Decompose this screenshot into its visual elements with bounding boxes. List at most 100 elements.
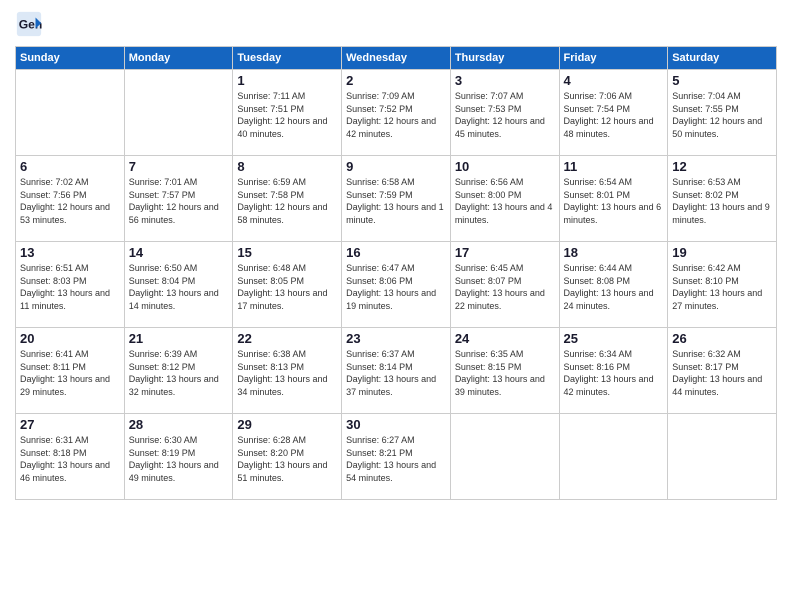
- day-cell: 17 Sunrise: 6:45 AM Sunset: 8:07 PM Dayl…: [450, 242, 559, 328]
- day-number: 20: [20, 331, 120, 346]
- day-number: 28: [129, 417, 229, 432]
- day-cell: 7 Sunrise: 7:01 AM Sunset: 7:57 PM Dayli…: [124, 156, 233, 242]
- logo: Gen: [15, 10, 47, 38]
- day-info: Sunrise: 6:39 AM Sunset: 8:12 PM Dayligh…: [129, 348, 229, 398]
- day-info: Sunrise: 6:31 AM Sunset: 8:18 PM Dayligh…: [20, 434, 120, 484]
- day-cell: 29 Sunrise: 6:28 AM Sunset: 8:20 PM Dayl…: [233, 414, 342, 500]
- day-cell: 14 Sunrise: 6:50 AM Sunset: 8:04 PM Dayl…: [124, 242, 233, 328]
- day-number: 3: [455, 73, 555, 88]
- day-info: Sunrise: 6:59 AM Sunset: 7:58 PM Dayligh…: [237, 176, 337, 226]
- day-info: Sunrise: 6:50 AM Sunset: 8:04 PM Dayligh…: [129, 262, 229, 312]
- day-number: 27: [20, 417, 120, 432]
- day-number: 24: [455, 331, 555, 346]
- day-number: 21: [129, 331, 229, 346]
- weekday-header-tuesday: Tuesday: [233, 47, 342, 70]
- day-number: 9: [346, 159, 446, 174]
- day-info: Sunrise: 6:44 AM Sunset: 8:08 PM Dayligh…: [564, 262, 664, 312]
- day-cell: [16, 70, 125, 156]
- weekday-header-saturday: Saturday: [668, 47, 777, 70]
- day-cell: 3 Sunrise: 7:07 AM Sunset: 7:53 PM Dayli…: [450, 70, 559, 156]
- day-number: 15: [237, 245, 337, 260]
- day-number: 29: [237, 417, 337, 432]
- day-cell: 21 Sunrise: 6:39 AM Sunset: 8:12 PM Dayl…: [124, 328, 233, 414]
- day-number: 10: [455, 159, 555, 174]
- day-cell: 11 Sunrise: 6:54 AM Sunset: 8:01 PM Dayl…: [559, 156, 668, 242]
- day-cell: 26 Sunrise: 6:32 AM Sunset: 8:17 PM Dayl…: [668, 328, 777, 414]
- day-info: Sunrise: 6:54 AM Sunset: 8:01 PM Dayligh…: [564, 176, 664, 226]
- day-info: Sunrise: 7:01 AM Sunset: 7:57 PM Dayligh…: [129, 176, 229, 226]
- day-number: 6: [20, 159, 120, 174]
- day-cell: 20 Sunrise: 6:41 AM Sunset: 8:11 PM Dayl…: [16, 328, 125, 414]
- day-number: 13: [20, 245, 120, 260]
- day-number: 7: [129, 159, 229, 174]
- day-info: Sunrise: 6:45 AM Sunset: 8:07 PM Dayligh…: [455, 262, 555, 312]
- day-cell: 16 Sunrise: 6:47 AM Sunset: 8:06 PM Dayl…: [342, 242, 451, 328]
- day-cell: 18 Sunrise: 6:44 AM Sunset: 8:08 PM Dayl…: [559, 242, 668, 328]
- day-number: 5: [672, 73, 772, 88]
- day-cell: 19 Sunrise: 6:42 AM Sunset: 8:10 PM Dayl…: [668, 242, 777, 328]
- day-number: 8: [237, 159, 337, 174]
- day-number: 19: [672, 245, 772, 260]
- day-info: Sunrise: 7:02 AM Sunset: 7:56 PM Dayligh…: [20, 176, 120, 226]
- logo-icon: Gen: [15, 10, 43, 38]
- day-info: Sunrise: 6:32 AM Sunset: 8:17 PM Dayligh…: [672, 348, 772, 398]
- week-row-4: 20 Sunrise: 6:41 AM Sunset: 8:11 PM Dayl…: [16, 328, 777, 414]
- day-info: Sunrise: 6:28 AM Sunset: 8:20 PM Dayligh…: [237, 434, 337, 484]
- day-cell: 1 Sunrise: 7:11 AM Sunset: 7:51 PM Dayli…: [233, 70, 342, 156]
- day-number: 26: [672, 331, 772, 346]
- day-cell: 12 Sunrise: 6:53 AM Sunset: 8:02 PM Dayl…: [668, 156, 777, 242]
- weekday-header-sunday: Sunday: [16, 47, 125, 70]
- day-number: 12: [672, 159, 772, 174]
- day-info: Sunrise: 6:27 AM Sunset: 8:21 PM Dayligh…: [346, 434, 446, 484]
- day-info: Sunrise: 7:04 AM Sunset: 7:55 PM Dayligh…: [672, 90, 772, 140]
- day-info: Sunrise: 6:47 AM Sunset: 8:06 PM Dayligh…: [346, 262, 446, 312]
- day-number: 16: [346, 245, 446, 260]
- week-row-5: 27 Sunrise: 6:31 AM Sunset: 8:18 PM Dayl…: [16, 414, 777, 500]
- day-cell: 22 Sunrise: 6:38 AM Sunset: 8:13 PM Dayl…: [233, 328, 342, 414]
- day-info: Sunrise: 6:56 AM Sunset: 8:00 PM Dayligh…: [455, 176, 555, 226]
- week-row-3: 13 Sunrise: 6:51 AM Sunset: 8:03 PM Dayl…: [16, 242, 777, 328]
- day-info: Sunrise: 7:07 AM Sunset: 7:53 PM Dayligh…: [455, 90, 555, 140]
- day-info: Sunrise: 7:06 AM Sunset: 7:54 PM Dayligh…: [564, 90, 664, 140]
- weekday-header-monday: Monday: [124, 47, 233, 70]
- day-cell: 8 Sunrise: 6:59 AM Sunset: 7:58 PM Dayli…: [233, 156, 342, 242]
- week-row-2: 6 Sunrise: 7:02 AM Sunset: 7:56 PM Dayli…: [16, 156, 777, 242]
- header: Gen: [15, 10, 777, 38]
- weekday-header-row: SundayMondayTuesdayWednesdayThursdayFrid…: [16, 47, 777, 70]
- day-number: 25: [564, 331, 664, 346]
- day-info: Sunrise: 6:35 AM Sunset: 8:15 PM Dayligh…: [455, 348, 555, 398]
- calendar-page: Gen SundayMondayTuesdayWednesdayThursday…: [0, 0, 792, 612]
- day-cell: 30 Sunrise: 6:27 AM Sunset: 8:21 PM Dayl…: [342, 414, 451, 500]
- day-info: Sunrise: 7:09 AM Sunset: 7:52 PM Dayligh…: [346, 90, 446, 140]
- day-number: 14: [129, 245, 229, 260]
- day-info: Sunrise: 6:48 AM Sunset: 8:05 PM Dayligh…: [237, 262, 337, 312]
- weekday-header-friday: Friday: [559, 47, 668, 70]
- day-cell: 28 Sunrise: 6:30 AM Sunset: 8:19 PM Dayl…: [124, 414, 233, 500]
- day-info: Sunrise: 6:34 AM Sunset: 8:16 PM Dayligh…: [564, 348, 664, 398]
- day-cell: 9 Sunrise: 6:58 AM Sunset: 7:59 PM Dayli…: [342, 156, 451, 242]
- day-cell: 4 Sunrise: 7:06 AM Sunset: 7:54 PM Dayli…: [559, 70, 668, 156]
- day-info: Sunrise: 6:53 AM Sunset: 8:02 PM Dayligh…: [672, 176, 772, 226]
- day-number: 22: [237, 331, 337, 346]
- day-info: Sunrise: 6:38 AM Sunset: 8:13 PM Dayligh…: [237, 348, 337, 398]
- day-cell: [124, 70, 233, 156]
- day-cell: [559, 414, 668, 500]
- day-cell: 10 Sunrise: 6:56 AM Sunset: 8:00 PM Dayl…: [450, 156, 559, 242]
- day-cell: 2 Sunrise: 7:09 AM Sunset: 7:52 PM Dayli…: [342, 70, 451, 156]
- day-number: 30: [346, 417, 446, 432]
- day-info: Sunrise: 6:42 AM Sunset: 8:10 PM Dayligh…: [672, 262, 772, 312]
- day-info: Sunrise: 6:41 AM Sunset: 8:11 PM Dayligh…: [20, 348, 120, 398]
- day-number: 2: [346, 73, 446, 88]
- calendar-table: SundayMondayTuesdayWednesdayThursdayFrid…: [15, 46, 777, 500]
- day-cell: 6 Sunrise: 7:02 AM Sunset: 7:56 PM Dayli…: [16, 156, 125, 242]
- day-cell: 23 Sunrise: 6:37 AM Sunset: 8:14 PM Dayl…: [342, 328, 451, 414]
- day-info: Sunrise: 6:51 AM Sunset: 8:03 PM Dayligh…: [20, 262, 120, 312]
- day-number: 18: [564, 245, 664, 260]
- day-number: 4: [564, 73, 664, 88]
- day-cell: 25 Sunrise: 6:34 AM Sunset: 8:16 PM Dayl…: [559, 328, 668, 414]
- day-cell: 5 Sunrise: 7:04 AM Sunset: 7:55 PM Dayli…: [668, 70, 777, 156]
- day-number: 11: [564, 159, 664, 174]
- day-cell: 24 Sunrise: 6:35 AM Sunset: 8:15 PM Dayl…: [450, 328, 559, 414]
- day-number: 17: [455, 245, 555, 260]
- day-info: Sunrise: 6:30 AM Sunset: 8:19 PM Dayligh…: [129, 434, 229, 484]
